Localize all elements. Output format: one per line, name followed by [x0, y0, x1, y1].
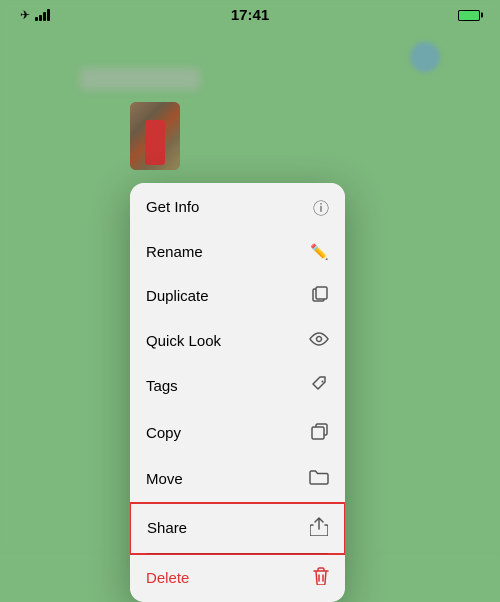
- menu-item-copy[interactable]: Copy: [130, 410, 345, 457]
- menu-item-get-info[interactable]: Get Info ⓘ: [130, 183, 345, 231]
- status-right: [458, 10, 480, 21]
- menu-item-copy-label: Copy: [146, 425, 181, 442]
- menu-item-move-label: Move: [146, 471, 183, 488]
- signal-bar-1: [35, 17, 38, 21]
- folder-icon: [309, 469, 329, 490]
- tag-icon: [311, 375, 329, 398]
- thumbnail-figure: [145, 120, 165, 165]
- share-icon: [310, 516, 328, 541]
- duplicate-icon: [311, 285, 329, 308]
- menu-item-delete[interactable]: Delete: [130, 555, 345, 602]
- status-bar: ✈ 17:41: [0, 0, 500, 26]
- context-menu: Get Info ⓘ Rename ✏️ Duplicate Quick Loo…: [130, 183, 345, 602]
- menu-item-quick-look-label: Quick Look: [146, 333, 221, 350]
- signal-bar-2: [39, 15, 42, 21]
- menu-item-duplicate[interactable]: Duplicate: [130, 273, 345, 320]
- signal-bar-3: [43, 12, 46, 21]
- thumbnail-image: [130, 102, 180, 170]
- info-icon: ⓘ: [313, 195, 329, 219]
- file-thumbnail: [130, 102, 180, 170]
- menu-item-delete-label: Delete: [146, 570, 189, 587]
- pencil-icon: ✏️: [310, 243, 329, 261]
- menu-item-share[interactable]: Share: [130, 502, 345, 555]
- menu-item-quick-look[interactable]: Quick Look: [130, 320, 345, 363]
- menu-item-tags[interactable]: Tags: [130, 363, 345, 410]
- menu-item-share-label: Share: [147, 520, 187, 537]
- copy-icon: [311, 422, 329, 445]
- status-time: 17:41: [231, 7, 269, 24]
- menu-item-move[interactable]: Move: [130, 457, 345, 502]
- signal-bar-4: [47, 9, 50, 21]
- trash-icon: [313, 567, 329, 590]
- menu-item-rename-label: Rename: [146, 244, 203, 261]
- airplane-icon: ✈: [20, 8, 30, 22]
- eye-icon: [309, 332, 329, 351]
- menu-item-duplicate-label: Duplicate: [146, 288, 209, 305]
- status-left: ✈: [20, 8, 50, 22]
- battery-icon: [458, 10, 480, 21]
- bg-title-blur: [80, 68, 200, 90]
- menu-item-tags-label: Tags: [146, 378, 178, 395]
- menu-item-get-info-label: Get Info: [146, 199, 199, 216]
- wifi-signal: [35, 9, 50, 21]
- bg-dot: [410, 42, 440, 72]
- menu-item-rename[interactable]: Rename ✏️: [130, 231, 345, 273]
